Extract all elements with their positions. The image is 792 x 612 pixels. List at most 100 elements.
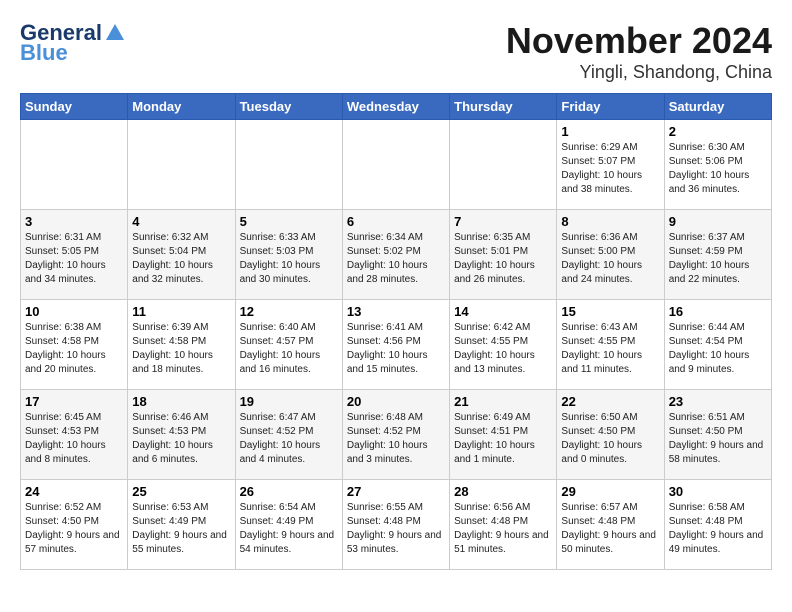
day-info: Sunrise: 6:42 AMSunset: 4:55 PMDaylight:… xyxy=(454,321,552,377)
weekday-header: Saturday xyxy=(664,94,771,120)
weekday-header: Wednesday xyxy=(342,94,449,120)
weekday-header: Monday xyxy=(128,94,235,120)
calendar-week-row: 1 Sunrise: 6:29 AMSunset: 5:07 PMDaylight… xyxy=(21,120,772,210)
calendar-cell: 25 Sunrise: 6:53 AMSunset: 4:49 PMDayligh… xyxy=(128,480,235,570)
calendar-cell xyxy=(342,120,449,210)
calendar-cell: 20 Sunrise: 6:48 AMSunset: 4:52 PMDayligh… xyxy=(342,390,449,480)
day-info: Sunrise: 6:50 AMSunset: 4:50 PMDaylight:… xyxy=(561,411,659,467)
day-number: 2 xyxy=(669,124,767,139)
calendar-cell: 19 Sunrise: 6:47 AMSunset: 4:52 PMDayligh… xyxy=(235,390,342,480)
day-number: 12 xyxy=(240,304,338,319)
day-info: Sunrise: 6:55 AMSunset: 4:48 PMDaylight:… xyxy=(347,501,445,557)
day-number: 9 xyxy=(669,214,767,229)
day-number: 20 xyxy=(347,394,445,409)
day-number: 3 xyxy=(25,214,123,229)
calendar-table: SundayMondayTuesdayWednesdayThursdayFrid… xyxy=(20,93,772,570)
day-number: 19 xyxy=(240,394,338,409)
day-info: Sunrise: 6:35 AMSunset: 5:01 PMDaylight:… xyxy=(454,231,552,287)
day-info: Sunrise: 6:32 AMSunset: 5:04 PMDaylight:… xyxy=(132,231,230,287)
day-number: 8 xyxy=(561,214,659,229)
day-number: 4 xyxy=(132,214,230,229)
calendar-cell: 18 Sunrise: 6:46 AMSunset: 4:53 PMDayligh… xyxy=(128,390,235,480)
day-info: Sunrise: 6:31 AMSunset: 5:05 PMDaylight:… xyxy=(25,231,123,287)
calendar-week-row: 24 Sunrise: 6:52 AMSunset: 4:50 PMDayligh… xyxy=(21,480,772,570)
day-info: Sunrise: 6:54 AMSunset: 4:49 PMDaylight:… xyxy=(240,501,338,557)
calendar-cell: 5 Sunrise: 6:33 AMSunset: 5:03 PMDaylight… xyxy=(235,210,342,300)
calendar-cell: 23 Sunrise: 6:51 AMSunset: 4:50 PMDayligh… xyxy=(664,390,771,480)
day-number: 14 xyxy=(454,304,552,319)
logo: General Blue xyxy=(20,20,126,66)
day-info: Sunrise: 6:58 AMSunset: 4:48 PMDaylight:… xyxy=(669,501,767,557)
day-info: Sunrise: 6:46 AMSunset: 4:53 PMDaylight:… xyxy=(132,411,230,467)
day-info: Sunrise: 6:38 AMSunset: 4:58 PMDaylight:… xyxy=(25,321,123,377)
calendar-cell: 24 Sunrise: 6:52 AMSunset: 4:50 PMDayligh… xyxy=(21,480,128,570)
day-info: Sunrise: 6:34 AMSunset: 5:02 PMDaylight:… xyxy=(347,231,445,287)
calendar-cell: 8 Sunrise: 6:36 AMSunset: 5:00 PMDaylight… xyxy=(557,210,664,300)
day-number: 29 xyxy=(561,484,659,499)
day-info: Sunrise: 6:52 AMSunset: 4:50 PMDaylight:… xyxy=(25,501,123,557)
calendar-cell: 12 Sunrise: 6:40 AMSunset: 4:57 PMDayligh… xyxy=(235,300,342,390)
calendar-cell: 1 Sunrise: 6:29 AMSunset: 5:07 PMDaylight… xyxy=(557,120,664,210)
calendar-cell: 2 Sunrise: 6:30 AMSunset: 5:06 PMDaylight… xyxy=(664,120,771,210)
weekday-header: Thursday xyxy=(450,94,557,120)
calendar-cell: 28Sunrise: 6:56 AMSunset: 4:48 PMDayligh… xyxy=(450,480,557,570)
day-info: Sunrise: 6:39 AMSunset: 4:58 PMDaylight:… xyxy=(132,321,230,377)
day-info: Sunrise: 6:45 AMSunset: 4:53 PMDaylight:… xyxy=(25,411,123,467)
page-title: November 2024 xyxy=(506,20,772,62)
day-number: 10 xyxy=(25,304,123,319)
day-number: 13 xyxy=(347,304,445,319)
calendar-cell: 11Sunrise: 6:39 AMSunset: 4:58 PMDayligh… xyxy=(128,300,235,390)
day-info: Sunrise: 6:36 AMSunset: 5:00 PMDaylight:… xyxy=(561,231,659,287)
day-number: 21 xyxy=(454,394,552,409)
day-info: Sunrise: 6:49 AMSunset: 4:51 PMDaylight:… xyxy=(454,411,552,467)
day-info: Sunrise: 6:56 AMSunset: 4:48 PMDaylight:… xyxy=(454,501,552,557)
calendar-cell: 7 Sunrise: 6:35 AMSunset: 5:01 PMDaylight… xyxy=(450,210,557,300)
calendar-cell: 26Sunrise: 6:54 AMSunset: 4:49 PMDayligh… xyxy=(235,480,342,570)
calendar-cell: 9 Sunrise: 6:37 AMSunset: 4:59 PMDaylight… xyxy=(664,210,771,300)
calendar-cell: 3 Sunrise: 6:31 AMSunset: 5:05 PMDaylight… xyxy=(21,210,128,300)
calendar-week-row: 3 Sunrise: 6:31 AMSunset: 5:05 PMDaylight… xyxy=(21,210,772,300)
calendar-cell xyxy=(128,120,235,210)
calendar-week-row: 10 Sunrise: 6:38 AMSunset: 4:58 PMDayligh… xyxy=(21,300,772,390)
calendar-cell: 22 Sunrise: 6:50 AMSunset: 4:50 PMDayligh… xyxy=(557,390,664,480)
calendar-cell: 15Sunrise: 6:43 AMSunset: 4:55 PMDayligh… xyxy=(557,300,664,390)
calendar-cell: 13 Sunrise: 6:41 AMSunset: 4:56 PMDayligh… xyxy=(342,300,449,390)
day-number: 5 xyxy=(240,214,338,229)
day-number: 24 xyxy=(25,484,123,499)
day-info: Sunrise: 6:44 AMSunset: 4:54 PMDaylight:… xyxy=(669,321,767,377)
calendar-cell: 4 Sunrise: 6:32 AMSunset: 5:04 PMDaylight… xyxy=(128,210,235,300)
day-info: Sunrise: 6:43 AMSunset: 4:55 PMDaylight:… xyxy=(561,321,659,377)
day-number: 1 xyxy=(561,124,659,139)
calendar-cell xyxy=(21,120,128,210)
day-info: Sunrise: 6:40 AMSunset: 4:57 PMDaylight:… xyxy=(240,321,338,377)
day-number: 25 xyxy=(132,484,230,499)
day-number: 16 xyxy=(669,304,767,319)
day-info: Sunrise: 6:47 AMSunset: 4:52 PMDaylight:… xyxy=(240,411,338,467)
day-info: Sunrise: 6:29 AMSunset: 5:07 PMDaylight:… xyxy=(561,141,659,197)
day-info: Sunrise: 6:33 AMSunset: 5:03 PMDaylight:… xyxy=(240,231,338,287)
day-number: 17 xyxy=(25,394,123,409)
calendar-cell: 6 Sunrise: 6:34 AMSunset: 5:02 PMDaylight… xyxy=(342,210,449,300)
weekday-header: Sunday xyxy=(21,94,128,120)
day-info: Sunrise: 6:51 AMSunset: 4:50 PMDaylight:… xyxy=(669,411,767,467)
logo-blue: Blue xyxy=(20,40,68,66)
day-info: Sunrise: 6:48 AMSunset: 4:52 PMDaylight:… xyxy=(347,411,445,467)
day-number: 23 xyxy=(669,394,767,409)
day-number: 18 xyxy=(132,394,230,409)
calendar-cell: 27Sunrise: 6:55 AMSunset: 4:48 PMDayligh… xyxy=(342,480,449,570)
calendar-cell: 30 Sunrise: 6:58 AMSunset: 4:48 PMDayligh… xyxy=(664,480,771,570)
day-info: Sunrise: 6:41 AMSunset: 4:56 PMDaylight:… xyxy=(347,321,445,377)
day-info: Sunrise: 6:37 AMSunset: 4:59 PMDaylight:… xyxy=(669,231,767,287)
day-info: Sunrise: 6:30 AMSunset: 5:06 PMDaylight:… xyxy=(669,141,767,197)
day-number: 7 xyxy=(454,214,552,229)
day-info: Sunrise: 6:53 AMSunset: 4:49 PMDaylight:… xyxy=(132,501,230,557)
calendar-header-row: SundayMondayTuesdayWednesdayThursdayFrid… xyxy=(21,94,772,120)
calendar-cell xyxy=(235,120,342,210)
day-number: 6 xyxy=(347,214,445,229)
page-header: General Blue November 2024 Yingli, Shand… xyxy=(20,20,772,83)
calendar-cell: 29Sunrise: 6:57 AMSunset: 4:48 PMDayligh… xyxy=(557,480,664,570)
day-number: 30 xyxy=(669,484,767,499)
day-number: 22 xyxy=(561,394,659,409)
calendar-cell: 16 Sunrise: 6:44 AMSunset: 4:54 PMDayligh… xyxy=(664,300,771,390)
calendar-cell: 10 Sunrise: 6:38 AMSunset: 4:58 PMDayligh… xyxy=(21,300,128,390)
